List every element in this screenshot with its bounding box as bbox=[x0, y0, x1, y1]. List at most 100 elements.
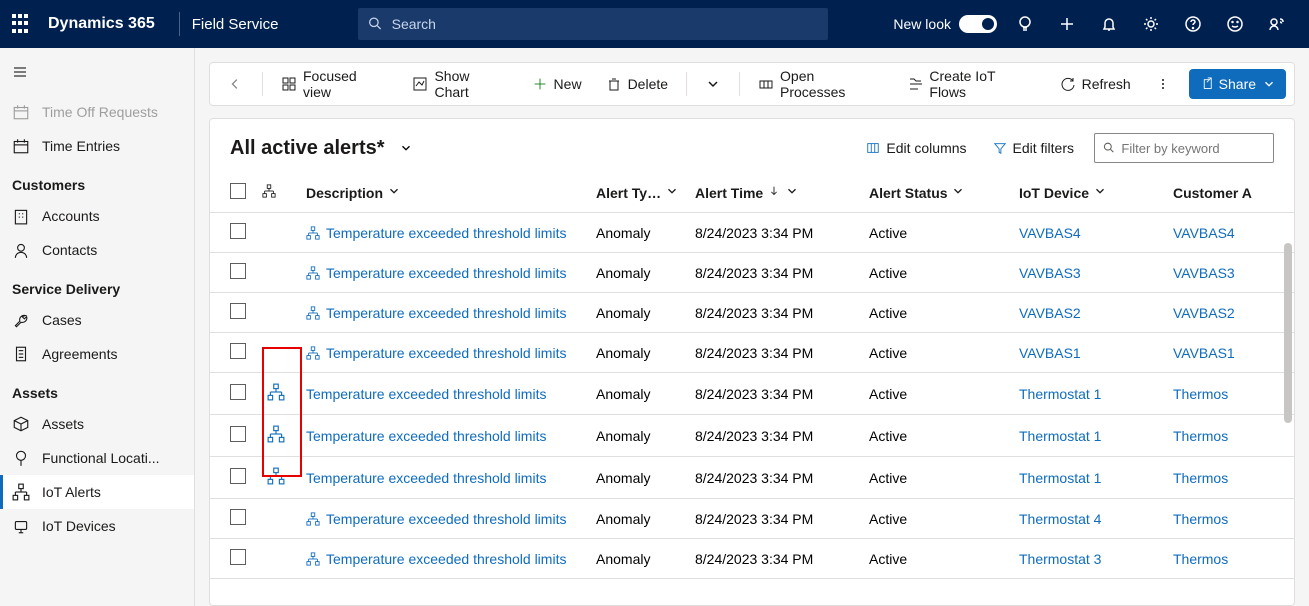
sidebar-item-contacts[interactable]: Contacts bbox=[0, 233, 194, 267]
hierarchy-icon[interactable] bbox=[262, 184, 276, 198]
focused-view-button[interactable]: Focused view bbox=[271, 62, 398, 106]
customer-link[interactable]: VAVBAS4 bbox=[1173, 225, 1235, 241]
col-alert-type[interactable]: Alert Ty… bbox=[588, 173, 687, 213]
row-checkbox[interactable] bbox=[230, 426, 246, 442]
new-button[interactable]: New bbox=[522, 70, 592, 98]
row-checkbox[interactable] bbox=[230, 549, 246, 565]
iot-device-link[interactable]: Thermostat 1 bbox=[1019, 470, 1101, 486]
hierarchy-icon[interactable] bbox=[306, 552, 320, 566]
hierarchy-icon[interactable] bbox=[306, 346, 320, 360]
scrollbar[interactable] bbox=[1284, 213, 1292, 603]
iot-device-link[interactable]: Thermostat 1 bbox=[1019, 428, 1101, 444]
hierarchy-icon[interactable] bbox=[306, 266, 320, 280]
search-input[interactable] bbox=[392, 16, 819, 32]
col-alert-time[interactable]: Alert Time bbox=[687, 173, 861, 213]
col-description[interactable]: Description bbox=[298, 173, 588, 213]
sidebar-item-assets[interactable]: Assets bbox=[0, 407, 194, 441]
iot-device-link[interactable]: Thermostat 4 bbox=[1019, 511, 1101, 527]
customer-link[interactable]: Thermos bbox=[1173, 386, 1228, 402]
hierarchy-icon[interactable] bbox=[306, 512, 320, 526]
table-row[interactable]: Temperature exceeded threshold limits An… bbox=[210, 415, 1294, 457]
sidebar-toggle[interactable] bbox=[0, 58, 194, 95]
row-checkbox[interactable] bbox=[230, 223, 246, 239]
delete-button[interactable]: Delete bbox=[596, 70, 678, 98]
sidebar-item-accounts[interactable]: Accounts bbox=[0, 199, 194, 233]
iot-device-link[interactable]: VAVBAS1 bbox=[1019, 345, 1081, 361]
row-checkbox[interactable] bbox=[230, 384, 246, 400]
app-launcher-icon[interactable] bbox=[12, 14, 32, 34]
sidebar-item-agreements[interactable]: Agreements bbox=[0, 337, 194, 371]
hierarchy-icon[interactable] bbox=[306, 306, 320, 320]
customer-link[interactable]: VAVBAS2 bbox=[1173, 305, 1235, 321]
app-name[interactable]: Field Service bbox=[192, 16, 279, 33]
table-row[interactable]: Temperature exceeded threshold limits An… bbox=[210, 213, 1294, 253]
sidebar-item-time-off-requests[interactable]: Time Off Requests bbox=[0, 95, 194, 129]
iot-device-link[interactable]: VAVBAS2 bbox=[1019, 305, 1081, 321]
sidebar-item-cases[interactable]: Cases bbox=[0, 303, 194, 337]
lightbulb-button[interactable] bbox=[1005, 0, 1045, 48]
description-link[interactable]: Temperature exceeded threshold limits bbox=[326, 265, 566, 281]
share-button[interactable]: Share bbox=[1189, 69, 1286, 99]
select-all-checkbox[interactable] bbox=[230, 183, 246, 199]
description-link[interactable]: Temperature exceeded threshold limits bbox=[326, 511, 566, 527]
iot-device-link[interactable]: VAVBAS3 bbox=[1019, 265, 1081, 281]
settings-button[interactable] bbox=[1131, 0, 1171, 48]
global-search[interactable] bbox=[358, 8, 828, 40]
description-link[interactable]: Temperature exceeded threshold limits bbox=[306, 470, 546, 486]
description-link[interactable]: Temperature exceeded threshold limits bbox=[306, 428, 546, 444]
row-checkbox[interactable] bbox=[230, 343, 246, 359]
keyword-filter[interactable] bbox=[1094, 133, 1274, 163]
hierarchy-icon[interactable] bbox=[306, 226, 320, 240]
row-checkbox[interactable] bbox=[230, 468, 246, 484]
table-row[interactable]: Temperature exceeded threshold limits An… bbox=[210, 457, 1294, 499]
edit-columns-button[interactable]: Edit columns bbox=[860, 136, 972, 160]
col-customer[interactable]: Customer A bbox=[1165, 173, 1294, 213]
view-title[interactable]: All active alerts* bbox=[230, 137, 385, 160]
row-checkbox[interactable] bbox=[230, 509, 246, 525]
col-iot-device[interactable]: IoT Device bbox=[1011, 173, 1165, 213]
row-checkbox[interactable] bbox=[230, 303, 246, 319]
description-link[interactable]: Temperature exceeded threshold limits bbox=[326, 345, 566, 361]
chevron-down-icon[interactable] bbox=[399, 141, 413, 155]
customer-link[interactable]: Thermos bbox=[1173, 511, 1228, 527]
edit-filters-button[interactable]: Edit filters bbox=[987, 136, 1080, 160]
customer-link[interactable]: Thermos bbox=[1173, 551, 1228, 567]
keyword-filter-input[interactable] bbox=[1121, 141, 1265, 156]
table-row[interactable]: Temperature exceeded threshold limits An… bbox=[210, 333, 1294, 373]
customer-link[interactable]: VAVBAS1 bbox=[1173, 345, 1235, 361]
refresh-button[interactable]: Refresh bbox=[1050, 70, 1141, 98]
show-chart-button[interactable]: Show Chart bbox=[402, 62, 517, 106]
sidebar-item-iot-devices[interactable]: IoT Devices bbox=[0, 509, 194, 543]
notifications-button[interactable] bbox=[1089, 0, 1129, 48]
table-row[interactable]: Temperature exceeded threshold limits An… bbox=[210, 253, 1294, 293]
table-row[interactable]: Temperature exceeded threshold limits An… bbox=[210, 499, 1294, 539]
sidebar-item-iot-alerts[interactable]: IoT Alerts bbox=[0, 475, 194, 509]
overflow-button[interactable] bbox=[1145, 70, 1181, 98]
description-link[interactable]: Temperature exceeded threshold limits bbox=[326, 551, 566, 567]
description-link[interactable]: Temperature exceeded threshold limits bbox=[306, 386, 546, 402]
back-button[interactable] bbox=[218, 70, 254, 98]
open-processes-button[interactable]: Open Processes bbox=[748, 62, 893, 106]
feedback-button[interactable] bbox=[1215, 0, 1255, 48]
description-link[interactable]: Temperature exceeded threshold limits bbox=[326, 305, 566, 321]
delete-more-button[interactable] bbox=[695, 70, 731, 98]
help-button[interactable] bbox=[1173, 0, 1213, 48]
iot-device-link[interactable]: Thermostat 1 bbox=[1019, 386, 1101, 402]
toggle-switch-icon[interactable] bbox=[959, 15, 997, 33]
table-row[interactable]: Temperature exceeded threshold limits An… bbox=[210, 293, 1294, 333]
customer-link[interactable]: Thermos bbox=[1173, 470, 1228, 486]
sidebar-item-functional-locati-[interactable]: Functional Locati... bbox=[0, 441, 194, 475]
customer-link[interactable]: VAVBAS3 bbox=[1173, 265, 1235, 281]
iot-device-link[interactable]: VAVBAS4 bbox=[1019, 225, 1081, 241]
iot-device-link[interactable]: Thermostat 3 bbox=[1019, 551, 1101, 567]
new-look-toggle[interactable]: New look bbox=[893, 15, 997, 33]
row-checkbox[interactable] bbox=[230, 263, 246, 279]
sidebar-item-time-entries[interactable]: Time Entries bbox=[0, 129, 194, 163]
col-alert-status[interactable]: Alert Status bbox=[861, 173, 1011, 213]
add-button[interactable] bbox=[1047, 0, 1087, 48]
customer-link[interactable]: Thermos bbox=[1173, 428, 1228, 444]
create-iot-flows-button[interactable]: Create IoT Flows bbox=[897, 62, 1045, 106]
assistant-button[interactable] bbox=[1257, 0, 1297, 48]
table-row[interactable]: Temperature exceeded threshold limits An… bbox=[210, 539, 1294, 579]
table-row[interactable]: Temperature exceeded threshold limits An… bbox=[210, 373, 1294, 415]
